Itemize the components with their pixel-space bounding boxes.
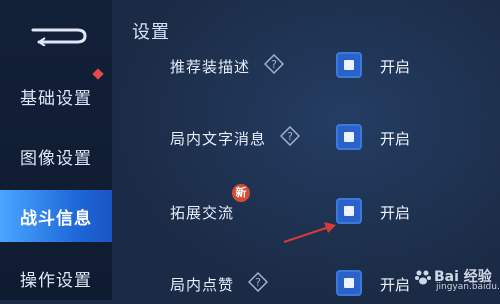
- paw-icon: [415, 270, 431, 285]
- help-icon[interactable]: ?: [280, 126, 300, 146]
- setting-label: 局内文字消息: [170, 130, 267, 148]
- sidebar-item-label: 战斗信息: [20, 208, 92, 229]
- new-badge: 新: [232, 184, 250, 202]
- help-icon[interactable]: ?: [248, 272, 268, 292]
- annotation-arrow-icon: [283, 222, 336, 243]
- back-icon[interactable]: [25, 26, 87, 46]
- setting-label: 推荐装描述: [170, 58, 251, 76]
- svg-text:?: ?: [287, 130, 293, 143]
- setting-status: 开启: [380, 204, 411, 222]
- sidebar-item-image-settings[interactable]: 图像设置: [0, 130, 112, 182]
- watermark-subtext: jingyan.baidu.com: [436, 282, 500, 292]
- sidebar-item-battle-info[interactable]: 战斗信息: [0, 190, 112, 242]
- settings-panel: 设置 推荐装描述 ? 开启 局内文字消息 ? 开启 拓展交流 开启 新 局内点赞…: [112, 0, 500, 300]
- help-icon[interactable]: ?: [264, 54, 284, 74]
- sidebar-item-label: 操作设置: [20, 270, 92, 291]
- setting-status: 开启: [380, 58, 411, 76]
- sidebar-item-controls-settings[interactable]: 操作设置: [0, 252, 112, 304]
- page-title: 设置: [132, 22, 170, 43]
- setting-status: 开启: [380, 130, 411, 148]
- setting-status: 开启: [380, 276, 411, 294]
- setting-label: 拓展交流: [170, 204, 235, 222]
- sidebar-item-label: 图像设置: [20, 148, 92, 169]
- setting-checkbox[interactable]: [336, 124, 362, 150]
- svg-text:?: ?: [271, 58, 277, 71]
- sidebar: 基础设置 图像设置 战斗信息 操作设置: [0, 0, 112, 300]
- setting-row-ingame-text-messages: 局内文字消息 ? 开启: [170, 124, 490, 154]
- svg-text:?: ?: [255, 276, 261, 289]
- setting-checkbox[interactable]: [336, 52, 362, 78]
- sidebar-item-label: 基础设置: [20, 88, 92, 109]
- setting-row-recommend-desc: 推荐装描述 ? 开启: [170, 52, 490, 82]
- setting-checkbox[interactable]: [336, 270, 362, 296]
- setting-label: 局内点赞: [170, 276, 235, 294]
- watermark: Bai 经验 jingyan.baidu.com: [414, 264, 500, 296]
